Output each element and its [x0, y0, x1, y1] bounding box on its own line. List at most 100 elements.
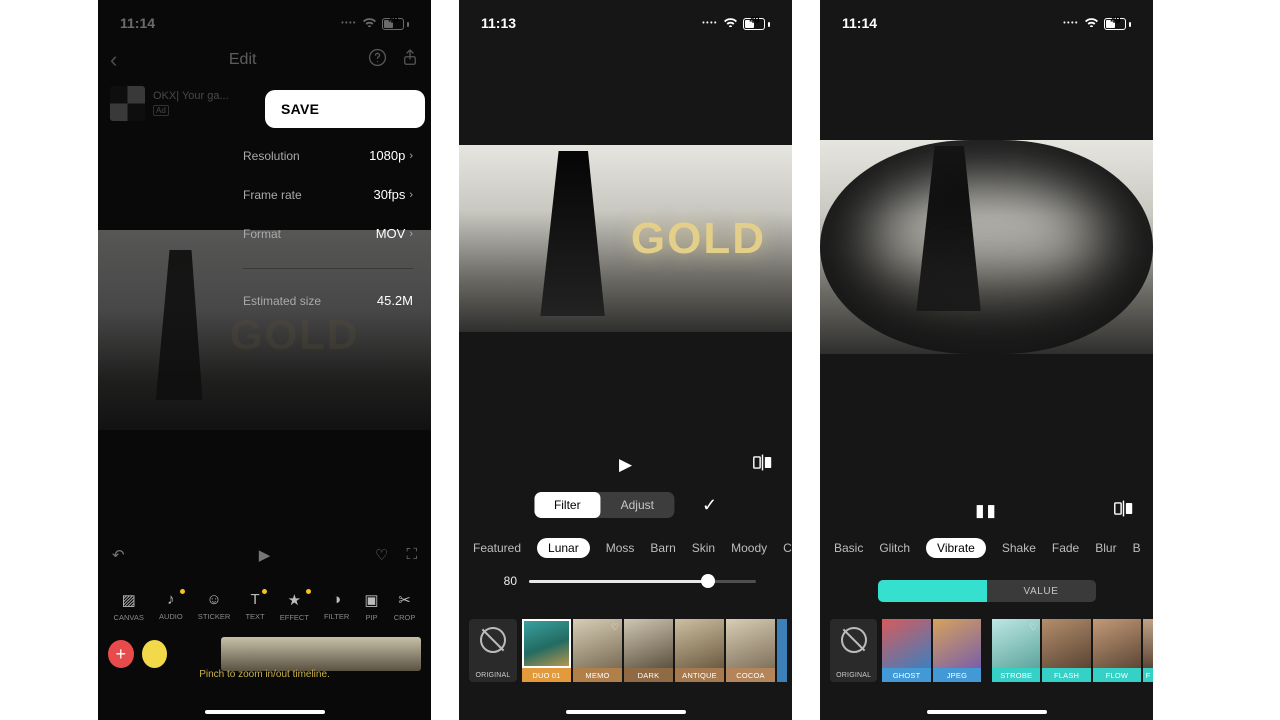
clip-handle[interactable]: [142, 640, 168, 668]
chevron-right-icon: ›: [409, 150, 413, 162]
filter-thumbnails[interactable]: ORIGINALDUO 01MEMO♡DARKANTIQUECOCOA: [469, 619, 792, 682]
add-clip-button[interactable]: +: [108, 640, 134, 668]
timeline-hint: Pinch to zoom in/out timeline.: [98, 669, 431, 680]
export-settings: Resolution1080p› Frame rate30fps› Format…: [243, 148, 413, 308]
none-icon: [480, 627, 506, 653]
home-indicator: [205, 710, 325, 714]
compare-icon[interactable]: [1114, 500, 1133, 522]
cat-skin[interactable]: Skin: [692, 541, 715, 555]
slider-value: 80: [495, 574, 517, 588]
tool-effect[interactable]: ★EFFECT: [280, 591, 309, 622]
filter-duo-01[interactable]: DUO 01: [522, 619, 571, 682]
editor-header: ‹ Edit: [98, 38, 431, 82]
preview-figure: [153, 250, 208, 400]
home-indicator: [566, 710, 686, 714]
chevron-right-icon: ›: [409, 228, 413, 240]
tool-audio[interactable]: ♪AUDIO: [159, 591, 183, 622]
favorite-icon[interactable]: ♡: [375, 546, 388, 564]
none-icon: [841, 627, 867, 653]
cat-lunar[interactable]: Lunar: [537, 538, 590, 558]
play-button[interactable]: ▶: [619, 455, 632, 475]
seg-filter[interactable]: Filter: [534, 492, 601, 518]
status-bar: 11:14 •••• 49: [98, 0, 431, 36]
wifi-icon: [362, 16, 377, 30]
cat-shake[interactable]: Shake: [1002, 541, 1036, 555]
row-resolution[interactable]: Resolution1080p›: [243, 148, 413, 163]
save-button[interactable]: SAVE: [265, 90, 425, 128]
cat-barn[interactable]: Barn: [650, 541, 675, 555]
tool-filter[interactable]: ◑FILTER: [324, 591, 349, 622]
effect-ghost[interactable]: GHOST: [882, 619, 930, 682]
seg-adjust[interactable]: Adjust: [601, 492, 674, 518]
compare-icon[interactable]: [753, 454, 772, 476]
back-icon[interactable]: ‹: [110, 47, 117, 73]
effect-strobe[interactable]: STROBE♡: [992, 619, 1040, 682]
screen-effect: 11:14 •••• 49 ▮▮ BasicGlitchVibrateShake…: [820, 0, 1153, 720]
status-bar: 11:13 •••• 49: [459, 0, 792, 36]
effect-original[interactable]: ORIGINAL: [830, 619, 877, 682]
chevron-right-icon: ›: [409, 189, 413, 201]
value-segmented[interactable]: VALUE: [878, 580, 1096, 602]
effect-flash[interactable]: FLASH: [1042, 619, 1090, 682]
overlay-text: GOLD: [230, 311, 359, 359]
cat-cream[interactable]: Cream: [783, 541, 792, 555]
value-off[interactable]: VALUE: [987, 580, 1096, 602]
effect-category-tabs[interactable]: BasicGlitchVibrateShakeFadeBlurB✓: [820, 538, 1153, 558]
cat-basic[interactable]: Basic: [834, 541, 863, 555]
filter-dark[interactable]: DARK: [624, 619, 673, 682]
cellular-icon: ••••: [702, 20, 718, 27]
slider-thumb[interactable]: [701, 574, 715, 588]
tool-sticker[interactable]: ☺STICKER: [198, 591, 231, 622]
tool-crop[interactable]: ✂CROP: [394, 591, 416, 622]
tool-text[interactable]: TTEXT: [245, 591, 264, 622]
row-format[interactable]: FormatMOV›: [243, 226, 413, 241]
filter-adjust-segmented[interactable]: Filter Adjust: [534, 492, 674, 518]
help-icon[interactable]: [368, 48, 387, 72]
cat-vibrate[interactable]: Vibrate: [926, 538, 986, 558]
undo-icon[interactable]: ↶: [112, 546, 125, 564]
screen-filter: 11:13 •••• 49 GOLD ▶ Filter Adjust ✓ Fea…: [459, 0, 792, 720]
cat-featured[interactable]: Featured: [473, 541, 521, 555]
cat-glitch[interactable]: Glitch: [879, 541, 910, 555]
wifi-icon: [1084, 16, 1099, 30]
clip-strip[interactable]: [221, 637, 421, 671]
effect-thumbnails[interactable]: ORIGINALGHOSTJPEGSTROBE♡FLASHFLOWF: [830, 619, 1153, 682]
cat-blur[interactable]: Blur: [1095, 541, 1116, 555]
cellular-icon: ••••: [1063, 20, 1079, 27]
cat-fade[interactable]: Fade: [1052, 541, 1079, 555]
heart-icon: ♡: [611, 622, 619, 633]
intensity-slider[interactable]: 80: [459, 574, 792, 588]
apply-icon[interactable]: ✓: [702, 495, 717, 516]
clock: 11:13: [481, 15, 516, 31]
filter-category-tabs[interactable]: Featured Lunar Moss Barn Skin Moody Cream: [459, 538, 792, 558]
filter-memo[interactable]: MEMO♡: [573, 619, 622, 682]
cat-moss[interactable]: Moss: [606, 541, 635, 555]
home-indicator: [927, 710, 1047, 714]
cat-b[interactable]: B: [1133, 541, 1141, 555]
battery-indicator: 49: [382, 15, 409, 31]
tool-canvas[interactable]: ▨CANVAS: [114, 591, 144, 622]
export-icon[interactable]: [401, 48, 419, 72]
tool-pip[interactable]: ▣PIP: [364, 591, 378, 622]
filter-antique[interactable]: ANTIQUE: [675, 619, 724, 682]
cellular-icon: ••••: [341, 20, 357, 27]
filter-original[interactable]: ORIGINAL: [469, 619, 517, 682]
battery-indicator: 49: [743, 15, 770, 31]
effect-jpeg[interactable]: JPEG: [933, 619, 981, 682]
pause-button[interactable]: ▮▮: [975, 501, 998, 521]
row-size: Estimated size45.2M: [243, 293, 413, 308]
filter-cocoa[interactable]: COCOA: [726, 619, 775, 682]
fullscreen-icon[interactable]: ⛶: [406, 546, 417, 564]
tool-bar: ▨CANVAS ♪AUDIO ☺STICKER TTEXT ★EFFECT ◑F…: [98, 591, 431, 622]
play-icon[interactable]: ▶: [259, 546, 271, 564]
row-framerate[interactable]: Frame rate30fps›: [243, 187, 413, 202]
screen-export-settings: 11:14 •••• 49 ‹ Edit OKX| Your ga...: [98, 0, 431, 720]
divider: [243, 268, 413, 269]
page-title: Edit: [229, 51, 257, 69]
slider-track[interactable]: [529, 580, 756, 583]
effect-flow[interactable]: FLOW: [1093, 619, 1141, 682]
value-on[interactable]: [878, 580, 987, 602]
video-preview: GOLD: [459, 145, 792, 332]
sponsor-title: OKX| Your ga...: [153, 90, 229, 103]
cat-moody[interactable]: Moody: [731, 541, 767, 555]
